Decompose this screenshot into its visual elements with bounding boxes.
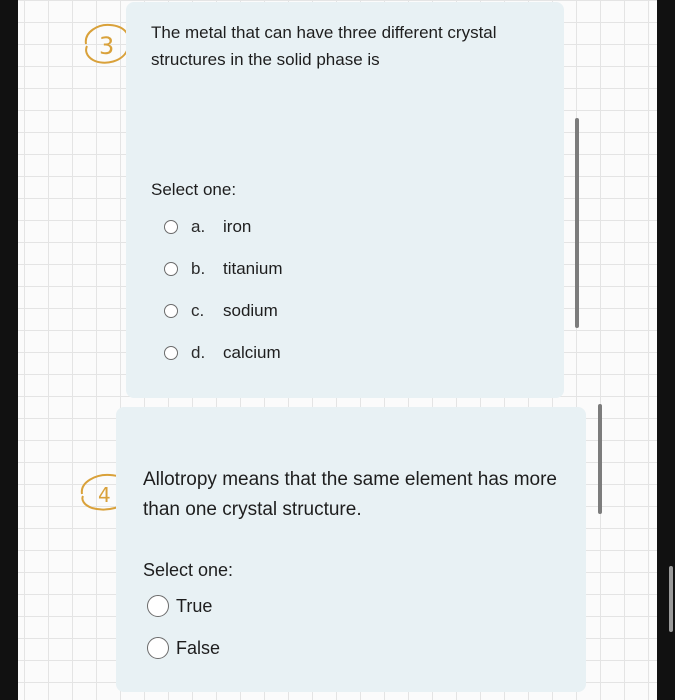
left-dark-border: [0, 0, 18, 700]
option-b-titanium[interactable]: b. titanium: [164, 259, 283, 279]
radio-unchecked-icon[interactable]: [164, 304, 178, 318]
radio-unchecked-icon[interactable]: [164, 262, 178, 276]
handwritten-number-3-text: 3: [99, 32, 114, 60]
radio-unchecked-icon[interactable]: [147, 595, 169, 617]
option-a-iron[interactable]: a. iron: [164, 217, 251, 237]
select-one-label: Select one:: [143, 560, 234, 580]
option-d-calcium[interactable]: d. calcium: [164, 343, 281, 363]
radio-unchecked-icon[interactable]: [147, 637, 169, 659]
question-text: The metal that can have three different …: [151, 23, 497, 69]
option-letter: d.: [191, 343, 206, 362]
page-scrollbar[interactable]: [669, 566, 673, 632]
handwritten-number-4-text: 4: [98, 483, 111, 507]
option-letter: c.: [191, 301, 205, 320]
option-label: titanium: [223, 259, 283, 278]
select-one-label: Select one:: [151, 180, 237, 199]
option-true[interactable]: True: [147, 595, 212, 617]
option-label: calcium: [223, 343, 281, 362]
question-text: Allotropy means that the same element ha…: [143, 469, 557, 520]
option-label: True: [176, 595, 213, 616]
option-label: iron: [223, 217, 252, 236]
option-letter: a.: [191, 217, 206, 236]
radio-unchecked-icon[interactable]: [164, 346, 178, 360]
option-label: False: [176, 637, 221, 658]
card-3-scrollbar[interactable]: [575, 118, 579, 328]
option-letter: b.: [191, 259, 206, 278]
radio-unchecked-icon[interactable]: [164, 220, 178, 234]
option-c-sodium[interactable]: c. sodium: [164, 301, 278, 321]
question-card-4: Allotropy means that the same element ha…: [116, 407, 586, 692]
option-false[interactable]: False: [147, 637, 220, 659]
card-4-scrollbar[interactable]: [598, 404, 602, 514]
option-label: sodium: [223, 301, 278, 320]
question-card-3: The metal that can have three different …: [126, 2, 564, 398]
